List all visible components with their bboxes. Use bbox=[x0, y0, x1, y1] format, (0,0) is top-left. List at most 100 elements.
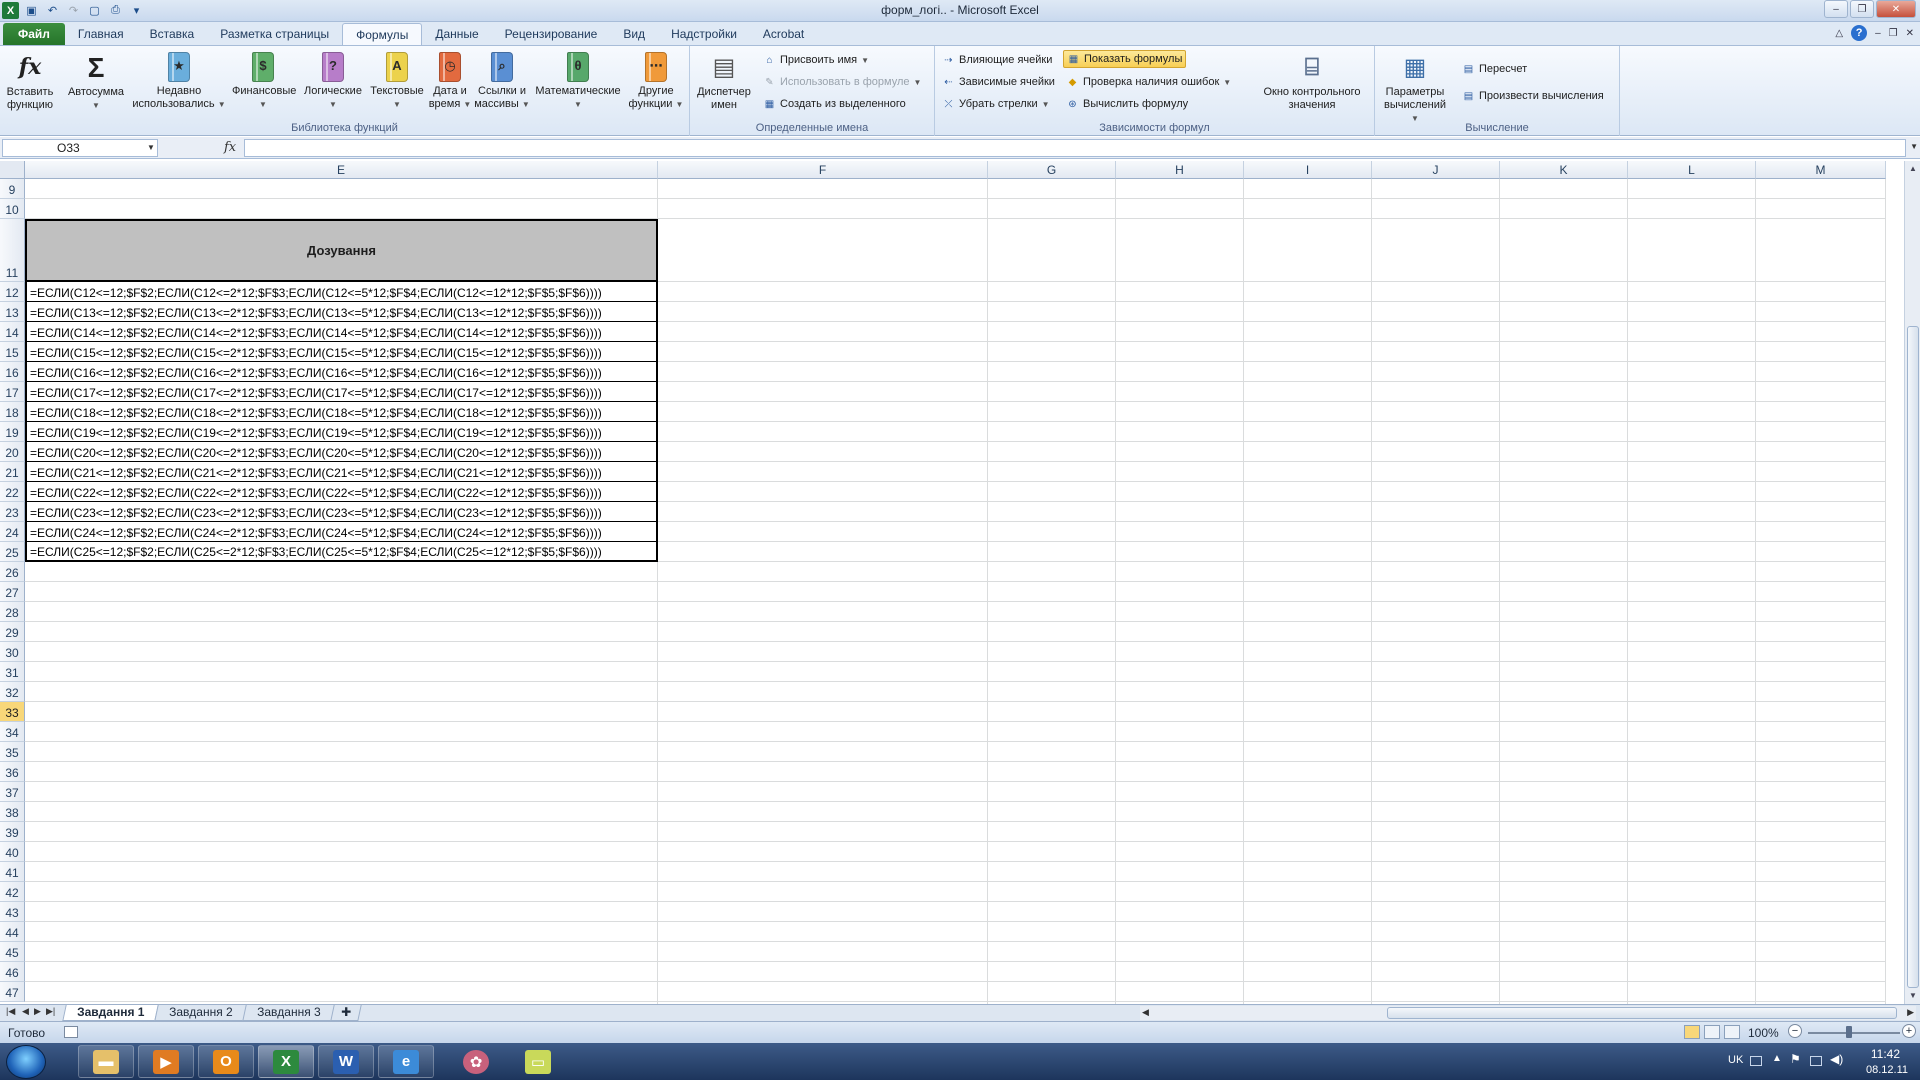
calculate-sheet-button[interactable]: ▤ Произвести вычисления bbox=[1459, 87, 1607, 105]
column-header-f[interactable]: F bbox=[658, 161, 988, 179]
row-header[interactable]: 35 bbox=[0, 742, 25, 762]
page-break-view-icon[interactable] bbox=[1724, 1025, 1740, 1039]
table-header-cell[interactable]: Дозування bbox=[25, 219, 658, 282]
row-header[interactable]: 31 bbox=[0, 662, 25, 682]
scroll-up-icon[interactable]: ▲ bbox=[1906, 161, 1920, 177]
financial-functions-button[interactable]: $ Финансовые ▼ bbox=[232, 50, 296, 111]
row-header[interactable]: 15 bbox=[0, 342, 25, 362]
column-header-i[interactable]: I bbox=[1244, 161, 1372, 179]
row-header[interactable]: 10 bbox=[0, 199, 25, 219]
column-header-e[interactable]: E bbox=[25, 161, 658, 179]
trace-dependents-button[interactable]: ⇠ Зависимые ячейки bbox=[939, 73, 1058, 91]
minimize-window-icon[interactable]: – bbox=[1824, 0, 1848, 18]
taskbar-notes[interactable]: ▭ bbox=[510, 1045, 566, 1078]
select-all-corner[interactable] bbox=[0, 161, 25, 179]
row-header[interactable]: 41 bbox=[0, 862, 25, 882]
taskbar-word[interactable]: W bbox=[318, 1045, 374, 1078]
row-header[interactable]: 42 bbox=[0, 882, 25, 902]
calculation-options-button[interactable]: ▦ Параметры вычислений ▼ bbox=[1379, 50, 1451, 125]
row-header[interactable]: 18 bbox=[0, 402, 25, 422]
keyboard-icon[interactable] bbox=[1750, 1056, 1762, 1066]
create-from-selection-button[interactable]: ▦ Создать из выделенного bbox=[760, 95, 909, 113]
vertical-scroll-thumb[interactable] bbox=[1907, 326, 1919, 988]
text-functions-button[interactable]: A Текстовые ▼ bbox=[366, 50, 428, 111]
row-header[interactable]: 12 bbox=[0, 282, 25, 302]
taskbar-excel[interactable]: X bbox=[258, 1045, 314, 1078]
define-name-button[interactable]: ⌂ Присвоить имя ▼ bbox=[760, 51, 872, 69]
watch-window-button[interactable]: ⌸ Окно контрольного значения bbox=[1253, 50, 1371, 112]
next-sheet-icon[interactable]: ▶ bbox=[34, 1006, 41, 1017]
tab-file[interactable]: Файл bbox=[3, 23, 65, 45]
taskbar-internet-explorer[interactable]: e bbox=[378, 1045, 434, 1078]
error-checking-button[interactable]: ◆ Проверка наличия ошибок ▼ bbox=[1063, 73, 1234, 91]
horizontal-scrollbar[interactable]: ◀ ▶ bbox=[1140, 1006, 1916, 1020]
sheet-tab-3[interactable]: Завдання 3 bbox=[242, 1005, 336, 1021]
row-header[interactable]: 40 bbox=[0, 842, 25, 862]
volume-icon[interactable]: ◀) bbox=[1830, 1052, 1843, 1066]
start-button-icon[interactable] bbox=[6, 1045, 46, 1079]
taskbar-media-player[interactable]: ▶ bbox=[138, 1045, 194, 1078]
scroll-down-icon[interactable]: ▼ bbox=[1906, 988, 1920, 1004]
row-header[interactable]: 30 bbox=[0, 642, 25, 662]
tab-page-layout[interactable]: Разметка страницы bbox=[207, 23, 342, 45]
math-functions-button[interactable]: θ Математические ▼ bbox=[532, 50, 624, 111]
tab-formulas[interactable]: Формулы bbox=[342, 23, 423, 45]
name-box-dropdown-icon[interactable]: ▼ bbox=[147, 143, 155, 152]
scroll-right-icon[interactable]: ▶ bbox=[1907, 1007, 1914, 1018]
row-header[interactable]: 14 bbox=[0, 322, 25, 342]
row-header[interactable]: 17 bbox=[0, 382, 25, 402]
row-header[interactable]: 29 bbox=[0, 622, 25, 642]
column-header-m[interactable]: M bbox=[1756, 161, 1886, 179]
clock-time[interactable]: 11:42 bbox=[1871, 1047, 1900, 1061]
row-header[interactable]: 25 bbox=[0, 542, 25, 562]
workbook-restore-icon[interactable]: ❐ bbox=[1889, 28, 1898, 39]
formula-cell[interactable]: =ЕСЛИ(C23<=12;$F$2;ЕСЛИ(C23<=2*12;$F$3;Е… bbox=[25, 502, 658, 522]
show-formulas-button[interactable]: ▦ Показать формулы bbox=[1063, 50, 1187, 68]
formula-cell[interactable]: =ЕСЛИ(C20<=12;$F$2;ЕСЛИ(C20<=2*12;$F$3;Е… bbox=[25, 442, 658, 462]
vertical-scrollbar[interactable]: ▲ ▼ bbox=[1904, 161, 1920, 1004]
row-header[interactable]: 24 bbox=[0, 522, 25, 542]
zoom-in-icon[interactable]: + bbox=[1902, 1024, 1916, 1038]
row-header[interactable]: 37 bbox=[0, 782, 25, 802]
logical-functions-button[interactable]: ? Логические ▼ bbox=[302, 50, 364, 111]
prev-sheet-icon[interactable]: ◀ bbox=[22, 1006, 29, 1017]
sheet-tab-2[interactable]: Завдання 2 bbox=[154, 1005, 248, 1021]
row-header[interactable]: 16 bbox=[0, 362, 25, 382]
tab-data[interactable]: Данные bbox=[422, 23, 491, 45]
row-header[interactable]: 36 bbox=[0, 762, 25, 782]
column-header-l[interactable]: L bbox=[1628, 161, 1756, 179]
evaluate-formula-button[interactable]: ⊛ Вычислить формулу bbox=[1063, 95, 1191, 113]
use-in-formula-button[interactable]: ✎ Использовать в формуле ▼ bbox=[760, 73, 924, 91]
first-sheet-icon[interactable]: |◀ bbox=[6, 1006, 15, 1017]
row-header[interactable]: 21 bbox=[0, 462, 25, 482]
row-header[interactable]: 20 bbox=[0, 442, 25, 462]
insert-function-fx-icon[interactable]: fx bbox=[224, 140, 236, 155]
row-header[interactable]: 32 bbox=[0, 682, 25, 702]
row-header[interactable]: 9 bbox=[0, 179, 25, 199]
minimize-ribbon-icon[interactable]: △ bbox=[1835, 28, 1843, 39]
tab-insert[interactable]: Вставка bbox=[137, 23, 208, 45]
column-header-g[interactable]: G bbox=[988, 161, 1116, 179]
normal-view-icon[interactable] bbox=[1684, 1025, 1700, 1039]
formula-cell[interactable]: =ЕСЛИ(C22<=12;$F$2;ЕСЛИ(C22<=2*12;$F$3;Е… bbox=[25, 482, 658, 502]
clock-date[interactable]: 08.12.11 bbox=[1866, 1064, 1908, 1076]
tab-addins[interactable]: Надстройки bbox=[658, 23, 750, 45]
row-header[interactable]: 13 bbox=[0, 302, 25, 322]
last-sheet-icon[interactable]: ▶| bbox=[46, 1006, 55, 1017]
insert-sheet-button[interactable]: ✚ bbox=[330, 1005, 362, 1021]
formula-cell[interactable]: =ЕСЛИ(C24<=12;$F$2;ЕСЛИ(C24<=2*12;$F$3;Е… bbox=[25, 522, 658, 542]
tab-acrobat[interactable]: Acrobat bbox=[750, 23, 817, 45]
help-icon[interactable]: ? bbox=[1851, 25, 1868, 41]
name-box[interactable]: O33 bbox=[2, 139, 158, 157]
row-header[interactable]: 34 bbox=[0, 722, 25, 742]
formula-cell[interactable]: =ЕСЛИ(C21<=12;$F$2;ЕСЛИ(C21<=2*12;$F$3;Е… bbox=[25, 462, 658, 482]
scroll-left-icon[interactable]: ◀ bbox=[1142, 1007, 1149, 1018]
row-header[interactable]: 22 bbox=[0, 482, 25, 502]
horizontal-scroll-thumb[interactable] bbox=[1387, 1007, 1897, 1019]
sheet-tab-1[interactable]: Завдання 1 bbox=[62, 1005, 160, 1021]
lookup-functions-button[interactable]: ⌕ Ссылки и массивы ▼ bbox=[474, 50, 530, 111]
remove-arrows-button[interactable]: ⤫ Убрать стрелки ▼ bbox=[939, 95, 1053, 113]
formula-cell[interactable]: =ЕСЛИ(C15<=12;$F$2;ЕСЛИ(C15<=2*12;$F$3;Е… bbox=[25, 342, 658, 362]
formula-cell[interactable]: =ЕСЛИ(C19<=12;$F$2;ЕСЛИ(C19<=2*12;$F$3;Е… bbox=[25, 422, 658, 442]
expand-formula-bar-icon[interactable]: ▼ bbox=[1910, 142, 1918, 151]
